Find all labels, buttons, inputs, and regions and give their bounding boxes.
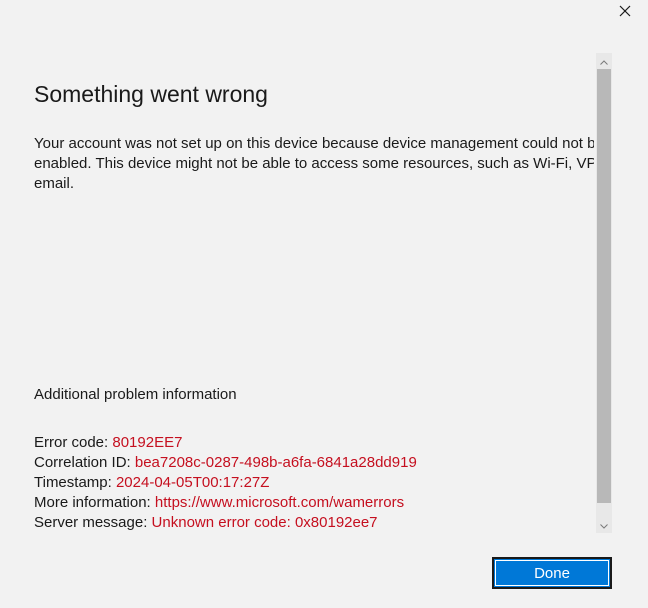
detail-value: 80192EE7 (112, 434, 183, 451)
detail-error-code: Error code: 80192EE7 (34, 433, 417, 453)
dialog-content: Something went wrong Your account was no… (34, 54, 594, 534)
detail-timestamp: Timestamp: 2024-04-05T00:17:27Z (34, 473, 417, 493)
detail-server-message: Server message: Unknown error code: 0x80… (34, 513, 417, 533)
error-details: Error code: 80192EE7 Correlation ID: bea… (34, 433, 417, 533)
detail-label: Server message: (34, 514, 152, 531)
error-message: Your account was not set up on this devi… (34, 135, 594, 192)
detail-correlation-id: Correlation ID: bea7208c-0287-498b-a6fa-… (34, 453, 417, 473)
close-button[interactable] (612, 0, 638, 22)
detail-more-information: More information: https://www.microsoft.… (34, 493, 417, 513)
page-title: Something went wrong (34, 81, 268, 107)
close-icon (619, 5, 631, 17)
detail-value: Unknown error code: 0x80192ee7 (151, 514, 378, 531)
vertical-scrollbar[interactable] (596, 53, 612, 533)
scroll-up-arrow[interactable] (596, 53, 612, 69)
done-button[interactable]: Done (492, 557, 612, 589)
chevron-up-icon (600, 52, 608, 70)
scroll-thumb[interactable] (597, 69, 611, 503)
detail-label: Correlation ID: (34, 454, 135, 471)
detail-value: bea7208c-0287-498b-a6fa-6841a28dd919 (134, 454, 417, 471)
additional-info-heading: Additional problem information (34, 386, 237, 403)
detail-label: More information: (34, 494, 155, 511)
more-info-link[interactable]: https://www.microsoft.com/wamerrors (155, 494, 404, 511)
detail-value: 2024-04-05T00:17:27Z (115, 474, 270, 491)
scroll-down-arrow[interactable] (596, 517, 612, 533)
detail-label: Timestamp: (34, 474, 116, 491)
title-bar (0, 0, 648, 26)
chevron-down-icon (600, 516, 608, 534)
detail-label: Error code: (34, 434, 113, 451)
